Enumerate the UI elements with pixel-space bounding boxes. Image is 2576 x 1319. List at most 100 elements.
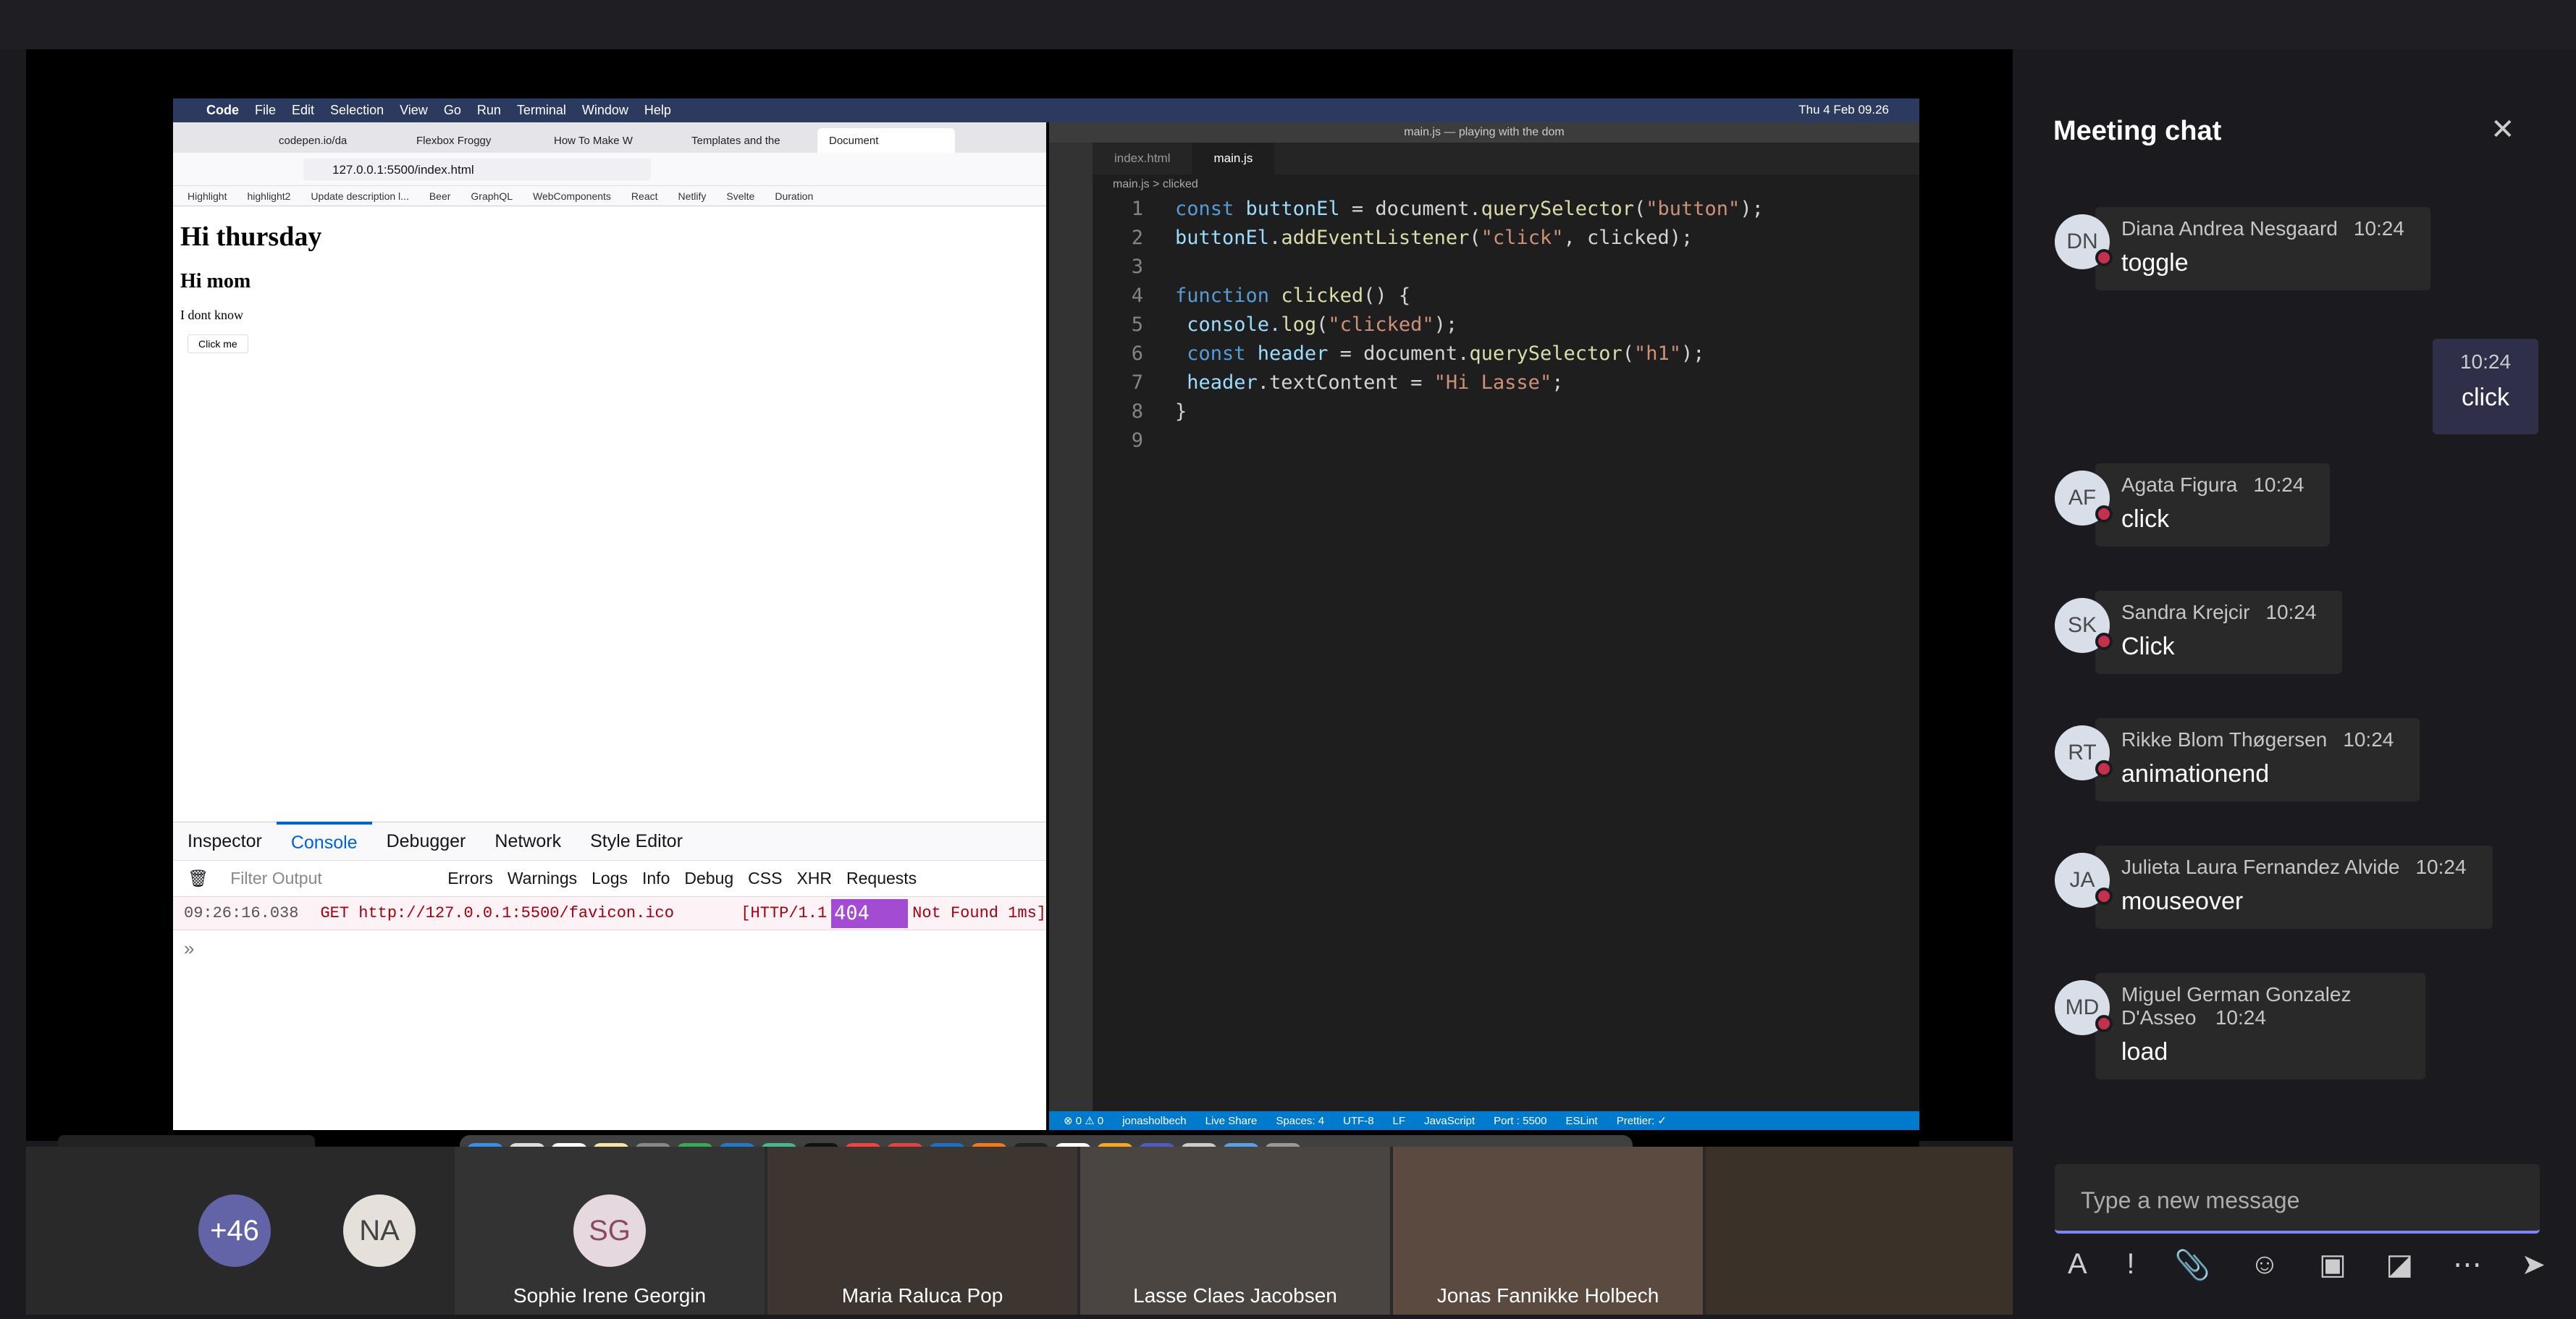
app-menu[interactable]: Code bbox=[206, 103, 239, 118]
tab-console[interactable]: Console bbox=[276, 822, 372, 861]
web-page-content: Hi thursday Hi mom I dont know Click me bbox=[173, 206, 1046, 822]
message-time: 10:24 bbox=[2353, 217, 2404, 240]
menu-view[interactable]: View bbox=[400, 103, 428, 118]
browser-tab-active[interactable]: Document bbox=[817, 128, 955, 153]
important-icon[interactable]: ! bbox=[2126, 1248, 2134, 1282]
presence-busy-icon bbox=[2095, 505, 2113, 523]
bookmark-item[interactable]: Highlight bbox=[188, 190, 227, 202]
menu-go[interactable]: Go bbox=[444, 103, 461, 118]
menu-window[interactable]: Window bbox=[582, 103, 628, 118]
menu-file[interactable]: File bbox=[255, 103, 276, 118]
message-text: click bbox=[2121, 505, 2170, 533]
filter-info[interactable]: Info bbox=[642, 869, 670, 888]
trash-icon[interactable]: 🗑 bbox=[188, 869, 209, 888]
avatar[interactable]: DN bbox=[2055, 214, 2113, 269]
emoji-icon[interactable]: ☺ bbox=[2250, 1248, 2280, 1282]
status-problems[interactable]: ⊗ 0 ⚠ 0 bbox=[1064, 1114, 1103, 1127]
presence-busy-icon bbox=[2095, 633, 2113, 650]
tab-style-editor[interactable]: Style Editor bbox=[576, 822, 697, 861]
avatar[interactable]: JA bbox=[2055, 853, 2113, 908]
menubar-clock[interactable]: Thu 4 Feb 09.26 bbox=[1798, 103, 1889, 117]
bookmarks-bar: Highlight highlight2 Update description … bbox=[173, 186, 1046, 206]
bookmark-item[interactable]: GraphQL bbox=[471, 190, 513, 202]
filter-warnings[interactable]: Warnings bbox=[508, 869, 577, 888]
avatar[interactable]: NA bbox=[343, 1194, 416, 1267]
filter-output-input[interactable]: Filter Output bbox=[230, 869, 447, 888]
message-text: load bbox=[2121, 1038, 2168, 1066]
code-line: 4 function clicked() { bbox=[1131, 285, 1411, 307]
avatar: SG bbox=[573, 1194, 646, 1267]
status-eslint[interactable]: ESLint bbox=[1565, 1115, 1597, 1127]
click-me-button[interactable]: Click me bbox=[188, 334, 248, 353]
filter-css[interactable]: CSS bbox=[748, 869, 782, 888]
url-bar[interactable]: 127.0.0.1:5500/index.html bbox=[303, 159, 651, 180]
message-text: toggle bbox=[2121, 249, 2189, 277]
send-icon[interactable]: ➤ bbox=[2521, 1248, 2546, 1282]
tab-index-html[interactable]: index.html bbox=[1093, 143, 1192, 174]
avatar[interactable]: AF bbox=[2055, 471, 2113, 526]
browser-tab[interactable]: codepen.io/da bbox=[267, 128, 405, 153]
more-participants-button[interactable]: +46 bbox=[198, 1194, 271, 1267]
sticker-icon[interactable]: ◪ bbox=[2386, 1248, 2413, 1282]
breadcrumb[interactable]: main.js > clicked bbox=[1093, 174, 1919, 195]
status-port[interactable]: Port : 5500 bbox=[1494, 1115, 1546, 1127]
filter-logs[interactable]: Logs bbox=[592, 869, 628, 888]
status-spaces[interactable]: Spaces: 4 bbox=[1276, 1115, 1324, 1127]
own-chat-message[interactable]: 10:24 click bbox=[2433, 339, 2538, 434]
vscode-statusbar: ⊗ 0 ⚠ 0 jonasholbech Live Share Spaces: … bbox=[1049, 1111, 1919, 1130]
browser-tab[interactable]: How To Make W bbox=[542, 128, 680, 153]
bookmark-item[interactable]: Netlify bbox=[678, 190, 707, 202]
menu-run[interactable]: Run bbox=[477, 103, 501, 118]
avatar[interactable]: SK bbox=[2055, 598, 2113, 653]
browser-tab[interactable]: Templates and the bbox=[680, 128, 817, 153]
menu-selection[interactable]: Selection bbox=[330, 103, 384, 118]
code-line: 1 const buttonEl = document.querySelector… bbox=[1131, 198, 1764, 220]
bookmark-item[interactable]: Beer bbox=[429, 190, 451, 202]
log-url[interactable]: http://127.0.0.1:5500/favicon.ico bbox=[358, 904, 674, 922]
menu-edit[interactable]: Edit bbox=[292, 103, 314, 118]
participant-video-tile[interactable]: Maria Raluca Pop bbox=[767, 1147, 1077, 1315]
menu-terminal[interactable]: Terminal bbox=[517, 103, 566, 118]
bookmark-item[interactable]: Duration bbox=[775, 190, 813, 202]
status-language[interactable]: JavaScript bbox=[1424, 1115, 1475, 1127]
menu-help[interactable]: Help bbox=[644, 103, 671, 118]
bookmark-item[interactable]: WebComponents bbox=[533, 190, 611, 202]
close-icon[interactable]: ✕ bbox=[2491, 113, 2515, 146]
filter-debug[interactable]: Debug bbox=[684, 869, 733, 888]
code-editor[interactable]: 1 const buttonEl = document.querySelector… bbox=[1093, 195, 1889, 455]
console-log-row[interactable]: 09:26:16.038 GET http://127.0.0.1:5500/f… bbox=[173, 897, 1046, 930]
mac-desktop: Code File Edit Selection View Go Run Ter… bbox=[173, 98, 1919, 1190]
bookmark-item[interactable]: Svelte bbox=[726, 190, 754, 202]
tab-main-js[interactable]: main.js bbox=[1192, 143, 1275, 174]
status-liveshare[interactable]: Live Share bbox=[1205, 1115, 1258, 1127]
code-line: 8} bbox=[1131, 400, 1187, 423]
tab-inspector[interactable]: Inspector bbox=[173, 822, 277, 861]
bookmark-item[interactable]: highlight2 bbox=[247, 190, 290, 202]
filter-requests[interactable]: Requests bbox=[846, 869, 917, 888]
avatar[interactable]: MD bbox=[2055, 980, 2113, 1035]
more-icon[interactable]: ⋯ bbox=[2453, 1248, 2482, 1282]
status-encoding[interactable]: UTF-8 bbox=[1343, 1115, 1374, 1127]
gif-icon[interactable]: ▣ bbox=[2319, 1248, 2346, 1282]
format-icon[interactable]: A bbox=[2068, 1248, 2087, 1282]
participant-video-tile[interactable]: Lasse Claes Jacobsen bbox=[1080, 1147, 1390, 1315]
presence-busy-icon bbox=[2095, 760, 2113, 778]
filter-xhr[interactable]: XHR bbox=[796, 869, 832, 888]
attach-icon[interactable]: 📎 bbox=[2174, 1248, 2210, 1282]
status-account[interactable]: jonasholbech bbox=[1122, 1115, 1186, 1127]
status-eol[interactable]: LF bbox=[1393, 1115, 1406, 1127]
tab-debugger[interactable]: Debugger bbox=[372, 822, 481, 861]
message-compose-input[interactable]: Type a new message bbox=[2055, 1164, 2540, 1234]
browser-tab[interactable]: Flexbox Froggy bbox=[405, 128, 542, 153]
tab-network[interactable]: Network bbox=[480, 822, 576, 861]
avatar[interactable]: RT bbox=[2055, 725, 2113, 780]
filter-errors[interactable]: Errors bbox=[447, 869, 493, 888]
bookmark-item[interactable]: Update description l... bbox=[311, 190, 408, 202]
bookmark-item[interactable]: React bbox=[631, 190, 658, 202]
participant-tile[interactable]: SG Sophie Irene Georgin bbox=[455, 1147, 765, 1315]
status-prettier[interactable]: Prettier: ✓ bbox=[1617, 1114, 1667, 1127]
code-line: 9 bbox=[1131, 429, 1143, 452]
participant-video-tile[interactable] bbox=[1706, 1147, 2013, 1315]
participant-video-tile[interactable]: Jonas Fannikke Holbech bbox=[1393, 1147, 1703, 1315]
console-prompt[interactable]: » bbox=[184, 937, 194, 960]
